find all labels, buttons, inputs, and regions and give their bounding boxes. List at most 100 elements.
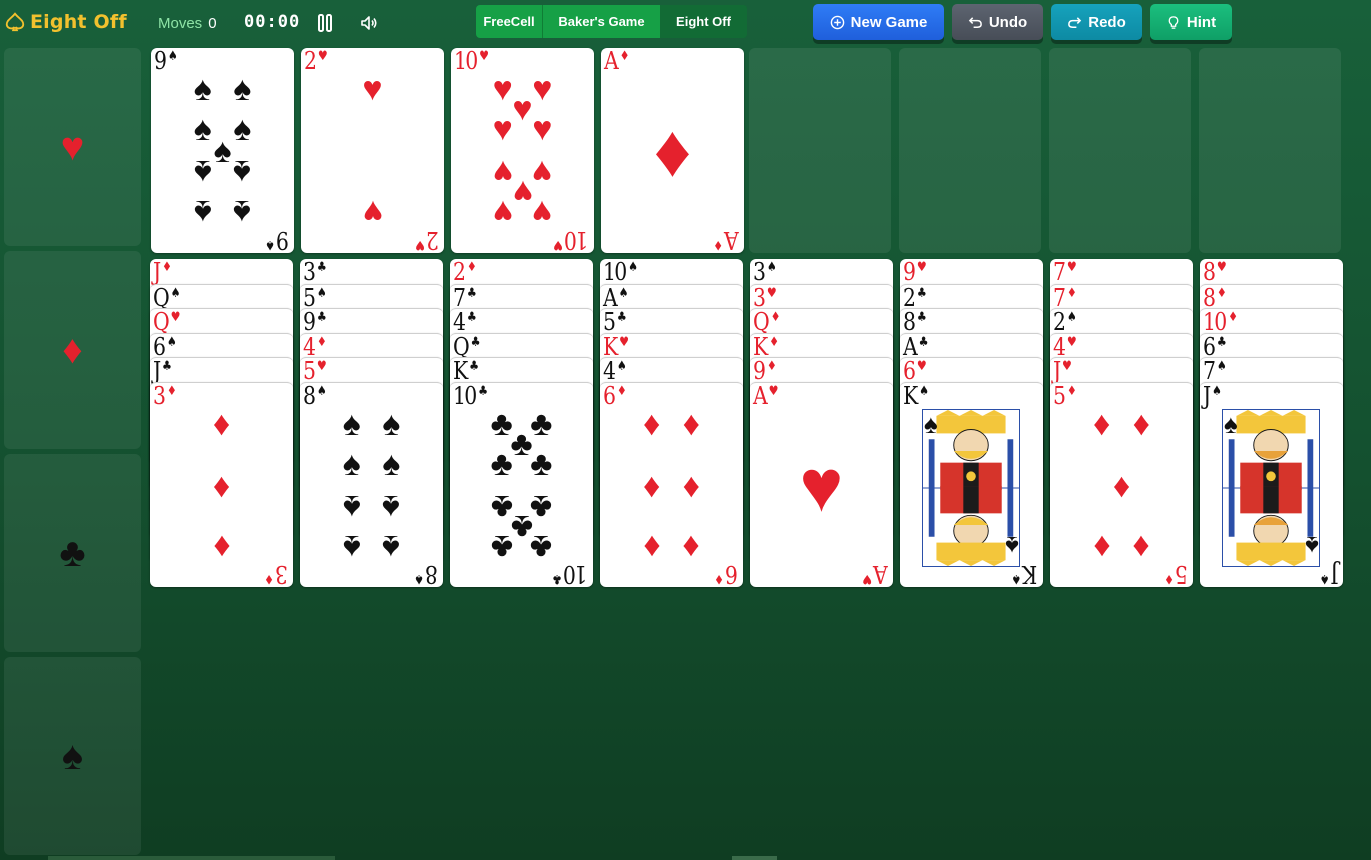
card-10-of-hearts[interactable]: 10 ♥ 10 ♥ ♥ ♥ ♥ ♥ ♥ ♥ ♥ ♥ ♥ ♥ (451, 48, 594, 253)
spade-icon: ♠ (316, 384, 327, 399)
suit-pip-heart-icon: ♥ (532, 109, 553, 148)
card-index: 10 ♠ (603, 259, 638, 285)
reserve-cell-empty[interactable] (1049, 48, 1191, 253)
suit-pip-club-icon: ♣ (530, 528, 553, 567)
diamond-icon: ♦ (466, 260, 477, 275)
card-rank: K (1024, 560, 1038, 587)
hint-label: Hint (1186, 13, 1217, 31)
card-index: K ♣ (453, 358, 479, 384)
card-index: A ♦ (604, 48, 630, 74)
card-rank: 2 (427, 226, 439, 253)
card-rank: K (453, 357, 468, 385)
suit-pip-spade-icon: ♠ (382, 528, 401, 567)
scrollbar-thumb[interactable] (732, 856, 777, 860)
heart-icon: ♥ (479, 49, 490, 64)
suit-pip-spade-icon: ♠ (233, 69, 252, 108)
reserve-cell-empty[interactable] (1199, 48, 1341, 253)
suit-pip-heart-icon: ♥ (492, 193, 513, 232)
card-rank: 9 (303, 308, 316, 336)
card-index: 10 ♥ (454, 48, 489, 74)
spade-icon: ♠ (924, 409, 938, 439)
heart-icon: ♥ (862, 571, 873, 586)
foundation-diamonds[interactable]: ♦ (4, 251, 141, 449)
spade-icon: ♠ (167, 49, 178, 64)
heart-icon: ♥ (619, 335, 630, 350)
card-rank: 9 (753, 357, 766, 385)
card-rank: 2 (304, 48, 317, 75)
card-8-of-spades[interactable]: 8 ♠ 8 ♠ ♠ ♠ ♠ ♠ ♠ ♠ ♠ ♠ (300, 382, 443, 587)
diamond-icon: ♦ (1228, 310, 1239, 325)
card-index-bottom: 8 ♠ (414, 560, 438, 587)
redo-icon (1068, 16, 1082, 28)
suit-pip-spade-icon: ♠ (342, 528, 361, 567)
card-index: 10 ♣ (453, 383, 488, 409)
card-rank: A (725, 226, 739, 253)
card-index-bottom: J ♠ (1319, 560, 1338, 587)
card-6-of-diamonds[interactable]: 6 ♦ 6 ♦ ♦ ♦ ♦ ♦ ♦ ♦ (600, 382, 743, 587)
lightbulb-icon (1168, 15, 1179, 29)
heart-icon: ♥ (170, 310, 181, 325)
foundation-clubs[interactable]: ♣ (4, 454, 141, 652)
foundation-hearts[interactable]: ♥ (4, 48, 141, 246)
redo-button[interactable]: Redo (1051, 4, 1142, 40)
club-icon: ♣ (916, 286, 927, 301)
card-5-of-diamonds[interactable]: 5 ♦ 5 ♦ ♦ ♦ ♦ ♦ ♦ (1050, 382, 1193, 587)
club-icon: ♣ (470, 335, 481, 350)
foundation-spades[interactable]: ♠ (4, 657, 141, 855)
suit-pip-heart-icon: ♥ (512, 173, 533, 212)
spade-icon: ♠ (265, 237, 276, 252)
mode-eight-off[interactable]: Eight Off (660, 5, 747, 38)
spade-icon: ♠ (618, 286, 629, 301)
new-game-button[interactable]: New Game (813, 4, 944, 40)
suit-pip-spade-icon: ♠ (193, 153, 212, 192)
club-icon: ♣ (478, 384, 489, 399)
heart-icon: ♥ (552, 237, 563, 252)
diamond-icon: ♦ (714, 571, 725, 586)
suit-pip-club-icon: ♣ (490, 528, 513, 567)
hint-button[interactable]: Hint (1150, 4, 1232, 40)
card-index: 2 ♠ (1053, 309, 1077, 335)
pause-button[interactable] (314, 12, 336, 34)
suit-pip-spade-icon: ♠ (382, 488, 401, 527)
card-rank: 8 (426, 560, 438, 587)
diamond-icon: ♦ (1216, 286, 1227, 301)
spade-icon: ♠ (1212, 384, 1222, 399)
suit-pip-heart-icon: ♥ (532, 193, 553, 232)
card-a-of-hearts[interactable]: A ♥ A ♥ ♥ (750, 382, 893, 587)
suit-pip-club-icon: ♣ (530, 488, 553, 527)
undo-button[interactable]: Undo (952, 4, 1043, 40)
reserve-cell-empty[interactable] (899, 48, 1041, 253)
card-10-of-clubs[interactable]: 10 ♣ 10 ♣ ♣ ♣ ♣ ♣ ♣ ♣ ♣ ♣ ♣ ♣ (450, 382, 593, 587)
diamond-icon: ♦ (1164, 571, 1175, 586)
suit-pip-diamond-icon: ♦ (643, 466, 661, 505)
card-index: 9 ♥ (903, 259, 927, 285)
card-rank: 4 (453, 308, 466, 336)
suit-pip-club-icon: ♣ (530, 404, 553, 443)
heart-icon: ♥ (1216, 260, 1227, 275)
card-index: 5 ♦ (1053, 383, 1077, 409)
suit-pip-spade-icon: ♠ (193, 69, 212, 108)
card-k-of-spades[interactable]: K ♠ K ♠ ♠ ♠ (900, 382, 1043, 587)
club-icon: ♣ (316, 260, 327, 275)
pause-icon (318, 14, 332, 32)
suit-pip-diamond-icon: ♦ (212, 466, 231, 505)
spade-icon: ♠ (414, 571, 425, 586)
card-j-of-spades[interactable]: J ♠ J ♠ ♠ ♠ (1200, 382, 1343, 587)
suit-pip-heart-icon: ♥ (799, 443, 844, 527)
mode-bakers-game[interactable]: Baker's Game (542, 5, 660, 38)
card-a-of-diamonds[interactable]: A ♦ A ♦ ♦ (601, 48, 744, 253)
card-index: 8 ♥ (1203, 259, 1227, 285)
card-9-of-spades[interactable]: 9 ♠ 9 ♠ ♠ ♠ ♠ ♠ ♠ ♠ ♠ ♠ ♠ (151, 48, 294, 253)
diamond-icon: ♦ (769, 335, 780, 350)
club-icon: ♣ (918, 335, 929, 350)
undo-label: Undo (988, 13, 1028, 31)
moves-counter: Moves 0 (158, 15, 217, 32)
card-3-of-diamonds[interactable]: 3 ♦ 3 ♦ ♦ ♦ ♦ (150, 382, 293, 587)
sound-button[interactable] (358, 12, 380, 34)
mode-freecell[interactable]: FreeCell (476, 5, 542, 38)
spade-icon: ♠ (1011, 571, 1022, 586)
card-2-of-hearts[interactable]: 2 ♥ 2 ♥ ♥ ♥ (301, 48, 444, 253)
heart-icon: ♥ (768, 384, 779, 399)
spade-icon: ♠ (166, 335, 177, 350)
reserve-cell-empty[interactable] (749, 48, 891, 253)
